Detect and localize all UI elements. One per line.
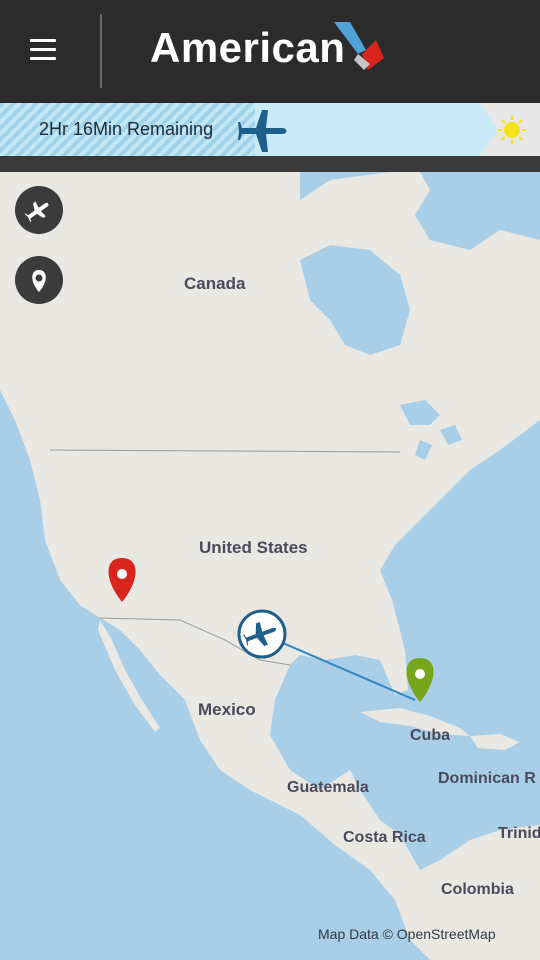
plane-icon xyxy=(238,110,287,152)
sun-icon xyxy=(498,116,526,144)
flight-map[interactable]: Canada United States Mexico Cuba Guatema… xyxy=(0,172,540,960)
map-label-guatemala: Guatemala xyxy=(287,779,369,796)
hamburger-menu-icon xyxy=(30,39,56,42)
header-divider xyxy=(100,14,102,88)
map-label-canada: Canada xyxy=(184,274,246,293)
current-plane-position[interactable] xyxy=(237,609,287,659)
header-shadow-bar xyxy=(0,156,540,172)
hamburger-line xyxy=(30,57,56,60)
brand-wordmark: American xyxy=(150,24,346,71)
location-pin-icon xyxy=(32,270,46,292)
map-label-united-states: United States xyxy=(199,538,308,557)
american-airlines-logo-icon xyxy=(334,22,384,70)
app-header: American xyxy=(0,0,540,103)
location-button[interactable] xyxy=(15,256,63,304)
map-label-trinidad: Trinid xyxy=(498,825,540,842)
map-attribution[interactable]: Map Data © OpenStreetMap xyxy=(318,926,496,942)
plane-icon xyxy=(24,201,49,223)
time-remaining-text: 2Hr 16Min Remaining xyxy=(39,119,214,139)
map-label-mexico: Mexico xyxy=(198,700,256,719)
map-label-cuba: Cuba xyxy=(410,727,450,744)
flight-view-button[interactable] xyxy=(15,186,63,234)
map-label-costa-rica: Costa Rica xyxy=(343,829,426,846)
map-label-colombia: Colombia xyxy=(441,881,514,898)
hamburger-line xyxy=(30,48,56,51)
progress-arrow xyxy=(480,103,498,156)
map-label-dominican-republic: Dominican R xyxy=(438,770,536,787)
menu-button[interactable] xyxy=(24,30,64,66)
